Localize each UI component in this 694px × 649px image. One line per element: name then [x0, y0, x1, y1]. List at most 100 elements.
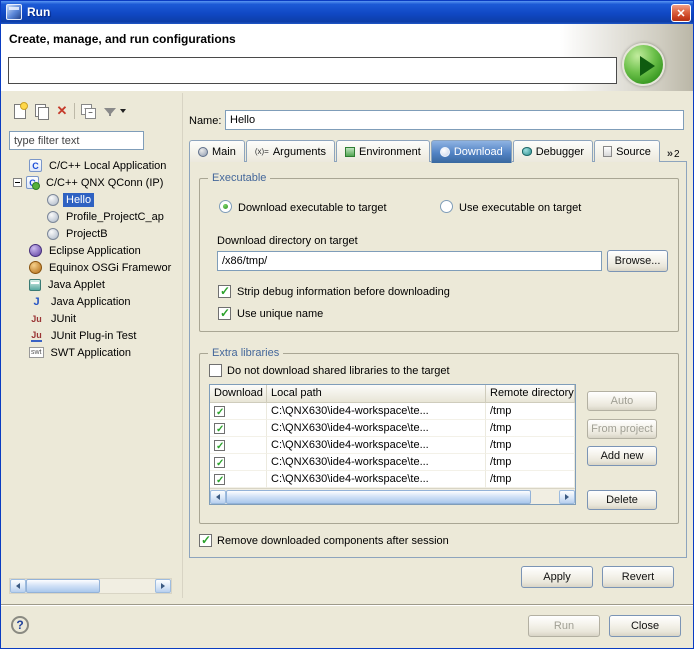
tab-main[interactable]: Main [189, 140, 245, 162]
banner-title: Create, manage, and run configurations [9, 32, 236, 46]
delete-configuration-icon[interactable] [53, 102, 71, 120]
help-button[interactable]: ? [11, 616, 29, 634]
column-header-remote-directory[interactable]: Remote directory [486, 385, 575, 403]
download-tab-content: Executable Download executable to target… [189, 161, 687, 558]
row-remote-directory: /tmp [486, 454, 575, 471]
delete-button[interactable]: Delete [587, 490, 657, 510]
no-download-shared-checkbox[interactable] [209, 364, 222, 377]
table-row[interactable]: C:\QNX630\ide4-workspace\te... /tmp [210, 403, 575, 420]
unique-name-label: Use unique name [237, 308, 323, 320]
row-remote-directory: /tmp [486, 471, 575, 488]
panel-sash[interactable] [181, 93, 184, 598]
scrollbar-thumb[interactable] [26, 579, 100, 593]
tree-item-profile-projectc[interactable]: Profile_ProjectC_ap [9, 208, 177, 225]
row-local-path: C:\QNX630\ide4-workspace\te... [267, 420, 486, 437]
no-download-shared-label: Do not download shared libraries to the … [227, 365, 450, 377]
download-directory-input[interactable] [217, 251, 602, 271]
tree-item-c-local-application[interactable]: C/C++ Local Application [9, 157, 177, 174]
row-download-checkbox[interactable] [214, 474, 225, 485]
column-header-download[interactable]: Download [210, 385, 267, 403]
name-label: Name: [189, 115, 221, 127]
tree-item-qnx-qconn[interactable]: C/C++ QNX QConn (IP) [9, 174, 177, 191]
auto-button[interactable]: Auto [587, 391, 657, 411]
use-executable-radio[interactable] [440, 200, 453, 213]
revert-button[interactable]: Revert [602, 566, 674, 588]
tab-label: Source [616, 146, 651, 158]
equinox-osgi-icon [29, 261, 42, 274]
table-horizontal-scrollbar[interactable] [210, 488, 575, 504]
tab-download[interactable]: Download [431, 140, 512, 163]
scroll-left-icon[interactable] [210, 490, 226, 504]
tree-item-swt-application[interactable]: SWT Application [9, 344, 177, 361]
titlebar[interactable]: Run ✕ [1, 1, 694, 24]
tree-item-label: Profile_ProjectC_ap [63, 210, 167, 224]
row-local-path: C:\QNX630\ide4-workspace\te... [267, 471, 486, 488]
run-button[interactable]: Run [528, 615, 600, 637]
filter-input[interactable] [9, 131, 144, 150]
browse-button[interactable]: Browse... [607, 250, 668, 272]
name-input[interactable] [225, 110, 684, 130]
filter-icon[interactable] [101, 102, 119, 120]
tab-overflow-chevron[interactable]: 2 [661, 148, 684, 162]
run-configuration-icon [47, 211, 59, 223]
collapse-all-icon[interactable] [79, 102, 97, 120]
tree-horizontal-scrollbar[interactable] [9, 578, 172, 594]
tab-bar: Main Arguments Environment Download Debu… [189, 138, 689, 162]
table-row[interactable]: C:\QNX630\ide4-workspace\te... /tmp [210, 454, 575, 471]
close-button[interactable]: Close [609, 615, 681, 637]
play-arrow-icon [640, 56, 655, 76]
tab-environment[interactable]: Environment [336, 140, 430, 162]
new-configuration-icon[interactable] [11, 102, 29, 120]
download-executable-radio[interactable] [219, 200, 232, 213]
scrollbar-thumb[interactable] [226, 490, 531, 504]
java-application-icon [29, 294, 44, 309]
tab-arguments[interactable]: Arguments [246, 140, 335, 162]
remove-components-checkbox[interactable] [199, 534, 212, 547]
tree-item-label: SWT Application [48, 346, 135, 360]
row-remote-directory: /tmp [486, 437, 575, 454]
tree-item-eclipse-application[interactable]: Eclipse Application [9, 242, 177, 259]
column-header-local-path[interactable]: Local path [267, 385, 486, 403]
junit-icon [29, 311, 44, 326]
collapse-expander-icon[interactable] [13, 178, 22, 187]
scroll-left-icon[interactable] [10, 579, 26, 593]
run-banner-icon [622, 43, 665, 86]
tree-item-equinox-osgi[interactable]: Equinox OSGi Framewor [9, 259, 177, 276]
duplicate-configuration-icon[interactable] [32, 102, 50, 120]
row-download-checkbox[interactable] [214, 406, 225, 417]
tree-item-label: Eclipse Application [46, 244, 144, 258]
apply-button[interactable]: Apply [521, 566, 593, 588]
table-row[interactable]: C:\QNX630\ide4-workspace\te... /tmp [210, 437, 575, 454]
scroll-right-icon[interactable] [559, 490, 575, 504]
strip-debug-checkbox[interactable] [218, 285, 231, 298]
debugger-tab-icon [522, 147, 532, 156]
unique-name-checkbox[interactable] [218, 307, 231, 320]
row-download-checkbox[interactable] [214, 423, 225, 434]
close-icon[interactable]: ✕ [671, 4, 691, 22]
from-project-button[interactable]: From project [587, 419, 657, 439]
row-download-checkbox[interactable] [214, 440, 225, 451]
tree-item-junit[interactable]: JUnit [9, 310, 177, 327]
run-configurations-dialog: Run ✕ Create, manage, and run configurat… [0, 0, 694, 649]
tree-item-java-applet[interactable]: Java Applet [9, 276, 177, 293]
tab-label: Debugger [536, 146, 584, 158]
table-row[interactable]: C:\QNX630\ide4-workspace\te... /tmp [210, 420, 575, 437]
row-download-checkbox[interactable] [214, 457, 225, 468]
tree-item-projectb[interactable]: ProjectB [9, 225, 177, 242]
tree-item-label: Equinox OSGi Framewor [46, 261, 174, 275]
environment-tab-icon [345, 147, 355, 157]
tab-debugger[interactable]: Debugger [513, 140, 593, 162]
tree-item-label: ProjectB [63, 227, 111, 241]
window-title: Run [27, 5, 50, 19]
row-local-path: C:\QNX630\ide4-workspace\te... [267, 454, 486, 471]
add-new-button[interactable]: Add new [587, 446, 657, 466]
strip-debug-label: Strip debug information before downloadi… [237, 286, 450, 298]
filter-dropdown-icon[interactable] [120, 109, 126, 113]
scroll-right-icon[interactable] [155, 579, 171, 593]
table-row[interactable]: C:\QNX630\ide4-workspace\te... /tmp [210, 471, 575, 488]
tab-source[interactable]: Source [594, 140, 660, 162]
tree-item-java-application[interactable]: Java Application [9, 293, 177, 310]
download-tab-icon [440, 147, 450, 157]
tree-item-junit-plugin-test[interactable]: JUnit Plug-in Test [9, 327, 177, 344]
tree-item-hello[interactable]: Hello [9, 191, 177, 208]
